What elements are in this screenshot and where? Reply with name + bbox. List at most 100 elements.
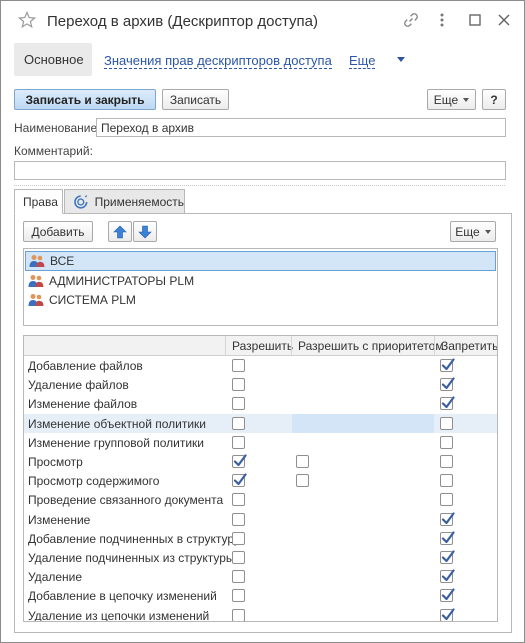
rights-more-button[interactable]: Еще <box>450 221 496 242</box>
chevron-down-icon <box>463 97 470 102</box>
priority-cell-selected[interactable] <box>292 414 434 433</box>
name-field[interactable]: Переход в архив <box>96 118 506 137</box>
tab-rights[interactable]: Права <box>14 189 63 214</box>
users-group-icon <box>28 294 44 306</box>
star-icon[interactable] <box>18 11 36 29</box>
allow-checkbox[interactable] <box>232 473 247 487</box>
column-header-name <box>24 336 225 356</box>
table-row[interactable]: Изменение объектной политики <box>24 414 497 433</box>
rights-table: Разрешить Разрешить с приоритетом Запрет… <box>23 335 498 622</box>
group-label: ВСЕ <box>50 254 75 268</box>
allow-checkbox[interactable] <box>232 609 245 621</box>
table-row[interactable]: Изменение <box>24 510 497 529</box>
allow-checkbox[interactable] <box>232 532 245 545</box>
save-label: Записать <box>169 92 222 107</box>
nav-link-more[interactable]: Еще <box>349 53 376 69</box>
deny-checkbox[interactable] <box>440 436 453 449</box>
table-row[interactable]: Просмотр содержимого <box>24 471 497 490</box>
right-name: Удаление файлов <box>28 378 129 392</box>
close-icon[interactable] <box>495 11 513 29</box>
deny-checkbox[interactable] <box>440 531 455 545</box>
checkmark-icon <box>233 454 247 467</box>
chevron-down-icon[interactable] <box>397 57 405 62</box>
comment-field[interactable] <box>14 161 506 180</box>
link-icon[interactable] <box>402 11 420 29</box>
deny-checkbox[interactable] <box>440 396 455 410</box>
tab-rights-label: Права <box>23 194 58 209</box>
allow-checkbox[interactable] <box>232 551 245 564</box>
table-row[interactable]: Удаление файлов <box>24 375 497 394</box>
checkmark-icon <box>441 550 455 563</box>
list-item[interactable]: АДМИНИСТРАТОРЫ PLM <box>25 271 496 291</box>
nav-link-access-values[interactable]: Значения прав дескрипторов доступа <box>104 53 332 69</box>
nav-main-label: Основное <box>24 52 84 67</box>
add-label: Добавить <box>31 224 85 239</box>
deny-checkbox[interactable] <box>440 608 455 621</box>
users-group-icon <box>28 275 44 287</box>
move-up-button[interactable] <box>108 221 132 242</box>
allow-checkbox[interactable] <box>232 359 245 372</box>
right-name: Добавление подчиненных в структуру <box>28 532 240 546</box>
deny-checkbox[interactable] <box>440 377 455 391</box>
deny-checkbox[interactable] <box>440 474 453 487</box>
table-row[interactable]: Просмотр <box>24 452 497 471</box>
access-groups-list[interactable]: ВСЕ АДМИНИСТРАТОРЫ PLM СИСТЕМА PLM <box>23 248 498 326</box>
checkmark-icon <box>441 531 455 544</box>
allow-checkbox[interactable] <box>232 436 245 449</box>
checkmark-icon <box>233 473 247 486</box>
nav-main-tab[interactable]: Основное <box>14 43 92 76</box>
allow-checkbox[interactable] <box>232 454 247 468</box>
chevron-down-icon <box>484 229 491 234</box>
table-row[interactable]: Добавление файлов <box>24 356 497 375</box>
deny-checkbox[interactable] <box>440 512 455 526</box>
add-button[interactable]: Добавить <box>23 221 93 242</box>
table-row[interactable]: Изменение файлов <box>24 394 497 413</box>
tab-applicability[interactable]: Применяемость <box>64 189 185 214</box>
table-row[interactable]: Изменение групповой политики <box>24 433 497 452</box>
help-button[interactable]: ? <box>482 89 506 110</box>
table-row[interactable]: Удаление из цепочки изменений <box>24 606 497 621</box>
maximize-icon[interactable] <box>466 11 484 29</box>
table-row[interactable]: Проведение связанного документа <box>24 490 497 509</box>
applicability-icon <box>74 194 88 209</box>
arrow-down-icon <box>138 225 152 238</box>
group-label: АДМИНИСТРАТОРЫ PLM <box>49 274 195 288</box>
priority-checkbox[interactable] <box>296 455 309 468</box>
right-name: Добавление в цепочку изменений <box>28 589 217 603</box>
list-item[interactable]: ВСЕ <box>25 251 496 271</box>
checkmark-icon <box>441 512 455 525</box>
allow-checkbox[interactable] <box>232 493 245 506</box>
priority-checkbox[interactable] <box>296 474 309 487</box>
list-item[interactable]: СИСТЕМА PLM <box>25 290 496 310</box>
allow-checkbox[interactable] <box>232 397 245 410</box>
deny-checkbox[interactable] <box>440 417 453 430</box>
table-row[interactable]: Добавление подчиненных в структуру <box>24 529 497 548</box>
deny-checkbox[interactable] <box>440 569 455 583</box>
right-name: Изменение <box>28 513 91 527</box>
deny-checkbox[interactable] <box>440 550 455 564</box>
table-row[interactable]: Удаление <box>24 567 497 586</box>
users-group-icon <box>29 255 45 267</box>
allow-checkbox[interactable] <box>232 378 245 391</box>
right-name: Просмотр <box>28 455 83 469</box>
arrow-up-icon <box>113 225 127 238</box>
deny-checkbox[interactable] <box>440 358 455 372</box>
deny-checkbox[interactable] <box>440 455 453 468</box>
allow-checkbox[interactable] <box>232 417 245 430</box>
move-down-button[interactable] <box>133 221 157 242</box>
column-header-allow: Разрешить <box>225 336 293 356</box>
allow-checkbox[interactable] <box>232 570 245 583</box>
table-row[interactable]: Удаление подчиненных из структуры <box>24 548 497 567</box>
checkmark-icon <box>441 608 455 621</box>
table-row[interactable]: Добавление в цепочку изменений <box>24 586 497 605</box>
deny-checkbox[interactable] <box>440 588 455 602</box>
save-button[interactable]: Записать <box>162 89 229 110</box>
deny-checkbox[interactable] <box>440 493 453 506</box>
save-and-close-button[interactable]: Записать и закрыть <box>14 89 156 110</box>
more-button[interactable]: Еще <box>427 89 476 110</box>
more-vertical-icon[interactable] <box>433 11 451 29</box>
allow-checkbox[interactable] <box>232 589 245 602</box>
allow-checkbox[interactable] <box>232 513 245 526</box>
tab-applicability-label: Применяемость <box>94 194 184 209</box>
more-label: Еще <box>433 92 459 107</box>
